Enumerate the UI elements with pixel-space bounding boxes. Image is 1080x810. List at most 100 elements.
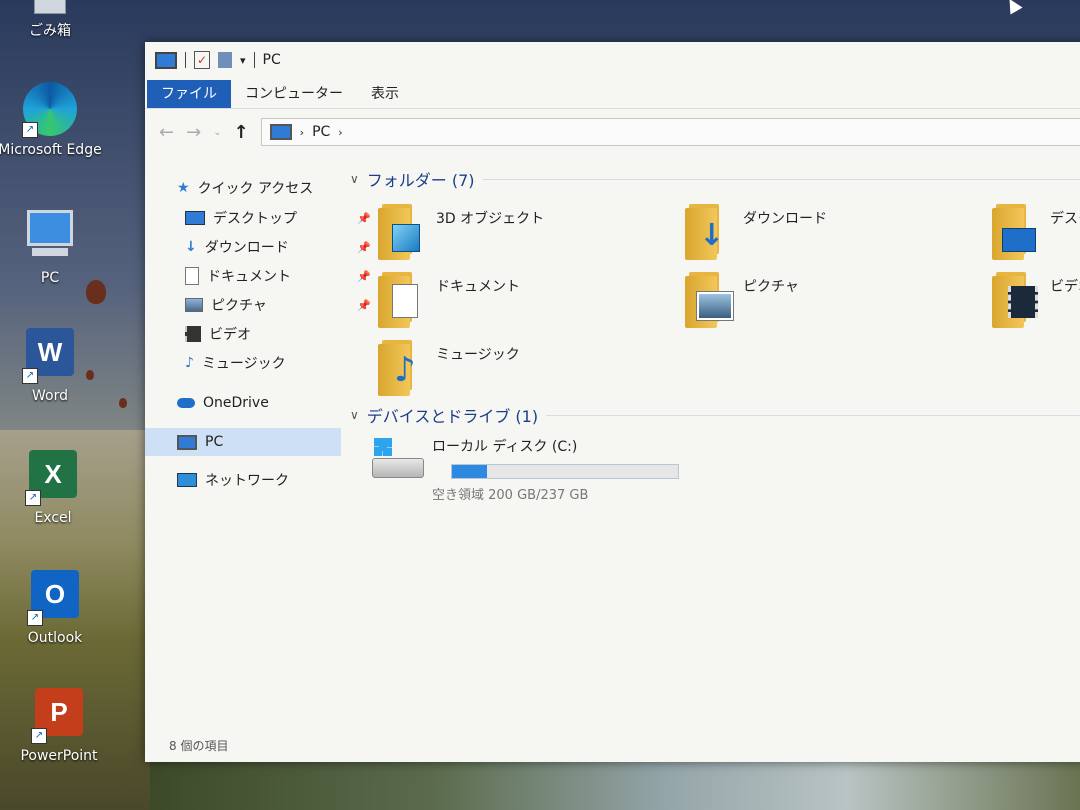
- divider: [546, 414, 1080, 416]
- desktop-icon-outlook[interactable]: O ↗ Outlook: [0, 570, 110, 646]
- divider: [185, 52, 186, 68]
- excel-icon: X ↗: [25, 450, 81, 506]
- folder-3d-objects[interactable]: 3D オブジェクト: [378, 204, 678, 268]
- music-icon: ♪: [185, 355, 194, 371]
- up-arrow-icon[interactable]: ↑: [234, 122, 249, 143]
- outlook-icon: O ↗: [27, 570, 83, 626]
- shortcut-arrow-icon: ↗: [31, 728, 47, 744]
- star-icon: ★: [177, 180, 190, 196]
- chevron-down-icon[interactable]: ∨: [350, 172, 359, 186]
- recent-locations-chevron-icon[interactable]: ⌄: [213, 127, 221, 138]
- desktop-icon-word[interactable]: W ↗ Word: [0, 328, 105, 404]
- balloon-decoration: [119, 398, 127, 408]
- picture-icon: [696, 291, 734, 321]
- edge-icon: ↗: [22, 82, 78, 138]
- nav-item-downloads[interactable]: ↓ ダウンロード 📌: [145, 233, 381, 261]
- quick-access-dropdown-icon[interactable]: ▾: [240, 54, 246, 67]
- desktop-icon: [1002, 228, 1036, 252]
- nav-item-label: ミュージック: [201, 356, 286, 372]
- section-title: デバイスとドライブ (1): [366, 407, 539, 426]
- computer-icon: [22, 210, 78, 266]
- network-icon: [177, 473, 197, 487]
- folder-icon: [378, 272, 428, 328]
- tab-file[interactable]: ファイル: [147, 80, 231, 108]
- breadcrumb-chevron-icon[interactable]: ›: [300, 126, 304, 139]
- nav-item-desktop[interactable]: デスクトップ 📌: [145, 204, 381, 232]
- music-icon: ♪: [394, 350, 416, 390]
- folder-label: ドキュメント: [436, 279, 520, 295]
- nav-item-label: ドキュメント: [207, 269, 291, 285]
- drive-free-space: 空き領域 200 GB/237 GB: [432, 488, 589, 503]
- nav-item-pc[interactable]: PC: [145, 428, 341, 456]
- folder-pictures[interactable]: ピクチャ: [685, 272, 985, 336]
- desktop-icon-powerpoint[interactable]: P ↗ PowerPoint: [4, 688, 114, 764]
- folder-label: ダウンロード: [743, 211, 827, 227]
- folder-label: ピクチャ: [743, 279, 799, 295]
- nav-item-network[interactable]: ネットワーク: [145, 466, 373, 494]
- back-arrow-icon[interactable]: ←: [159, 122, 174, 143]
- tab-computer[interactable]: コンピューター: [231, 80, 357, 108]
- drive-local-disk-c[interactable]: ローカル ディスク (C:) 空き領域 200 GB/237 GB: [370, 434, 700, 503]
- devices-section-header[interactable]: ∨ デバイスとドライブ (1): [350, 404, 1080, 426]
- nav-item-label: OneDrive: [203, 395, 269, 411]
- tab-view[interactable]: 表示: [357, 80, 413, 108]
- address-bar[interactable]: › PC ›: [260, 118, 1080, 146]
- nav-item-documents[interactable]: ドキュメント 📌: [145, 262, 381, 290]
- folder-label: ミュージック: [436, 347, 520, 363]
- folder-icon: ↓: [685, 204, 735, 260]
- desktop-icon-label: Microsoft Edge: [0, 142, 102, 158]
- desktop-icon-excel[interactable]: X ↗ Excel: [0, 450, 108, 526]
- desktop-icon-pc[interactable]: PC: [0, 208, 105, 286]
- mouse-cursor-icon: [1003, 0, 1023, 15]
- document-icon: [392, 284, 418, 318]
- desktop-icon-label: Excel: [34, 510, 72, 526]
- desktop-icon-label: PC: [40, 270, 60, 286]
- download-icon: ↓: [185, 239, 197, 255]
- nav-item-onedrive[interactable]: OneDrive: [145, 389, 373, 417]
- folder-videos[interactable]: ビデオ: [992, 272, 1080, 336]
- nav-item-pictures[interactable]: ピクチャ 📌: [145, 291, 381, 319]
- new-folder-icon[interactable]: [218, 52, 232, 68]
- title-bar: ✓ ▾ PC: [145, 42, 1080, 78]
- nav-item-label: ネットワーク: [205, 473, 289, 489]
- recycle-bin-icon: [22, 0, 78, 16]
- folder-documents[interactable]: ドキュメント: [378, 272, 678, 336]
- folder-icon: [378, 204, 428, 260]
- nav-item-music[interactable]: ♪ ミュージック: [145, 349, 381, 377]
- powerpoint-icon: P ↗: [31, 688, 87, 744]
- section-title: フォルダー (7): [366, 171, 475, 190]
- folder-music[interactable]: ♪ ミュージック: [378, 340, 678, 404]
- breadcrumb-chevron-icon[interactable]: ›: [338, 126, 342, 139]
- cloud-icon: [177, 398, 195, 408]
- drive-label: ローカル ディスク (C:): [432, 439, 578, 455]
- forward-arrow-icon[interactable]: →: [186, 122, 201, 143]
- breadcrumb-pc[interactable]: PC: [312, 124, 330, 140]
- desktop-icon: [185, 211, 205, 225]
- folder-icon: ♪: [378, 340, 428, 396]
- desktop-icon-edge[interactable]: ↗ Microsoft Edge: [0, 82, 105, 158]
- shortcut-arrow-icon: ↗: [22, 122, 38, 138]
- properties-icon[interactable]: ✓: [194, 51, 210, 69]
- nav-item-videos[interactable]: ビデオ: [145, 320, 381, 348]
- folder-downloads[interactable]: ↓ ダウンロード: [685, 204, 985, 268]
- folder-desktop[interactable]: デスク: [992, 204, 1080, 268]
- computer-icon: [269, 124, 292, 140]
- drive-usage-bar: [451, 464, 679, 479]
- chevron-down-icon[interactable]: ∨: [350, 408, 359, 422]
- folders-section-header[interactable]: ∨ フォルダー (7): [350, 168, 1080, 190]
- shortcut-arrow-icon: ↗: [27, 610, 43, 626]
- nav-item-quick-access[interactable]: ★ クイック アクセス: [145, 174, 373, 202]
- folder-label: ビデオ: [1050, 279, 1080, 295]
- nav-item-label: PC: [205, 434, 224, 450]
- cube-icon: [392, 224, 420, 252]
- navigation-pane: ★ クイック アクセス デスクトップ 📌 ↓ ダウンロード 📌 ドキュメント 📌…: [145, 158, 371, 718]
- nav-item-label: クイック アクセス: [197, 181, 314, 197]
- folder-icon: [992, 204, 1042, 260]
- drive-usage-fill: [452, 465, 488, 478]
- computer-icon: [155, 51, 177, 69]
- document-icon: [185, 267, 199, 285]
- desktop-icon-label: Outlook: [27, 630, 83, 646]
- desktop-icon-recycle-bin[interactable]: ごみ箱: [0, 0, 105, 40]
- window-title: PC: [262, 52, 281, 68]
- file-explorer-window: ✓ ▾ PC ファイル コンピューター 表示 ← → ⌄ ↑ › PC › ★ …: [145, 42, 1080, 762]
